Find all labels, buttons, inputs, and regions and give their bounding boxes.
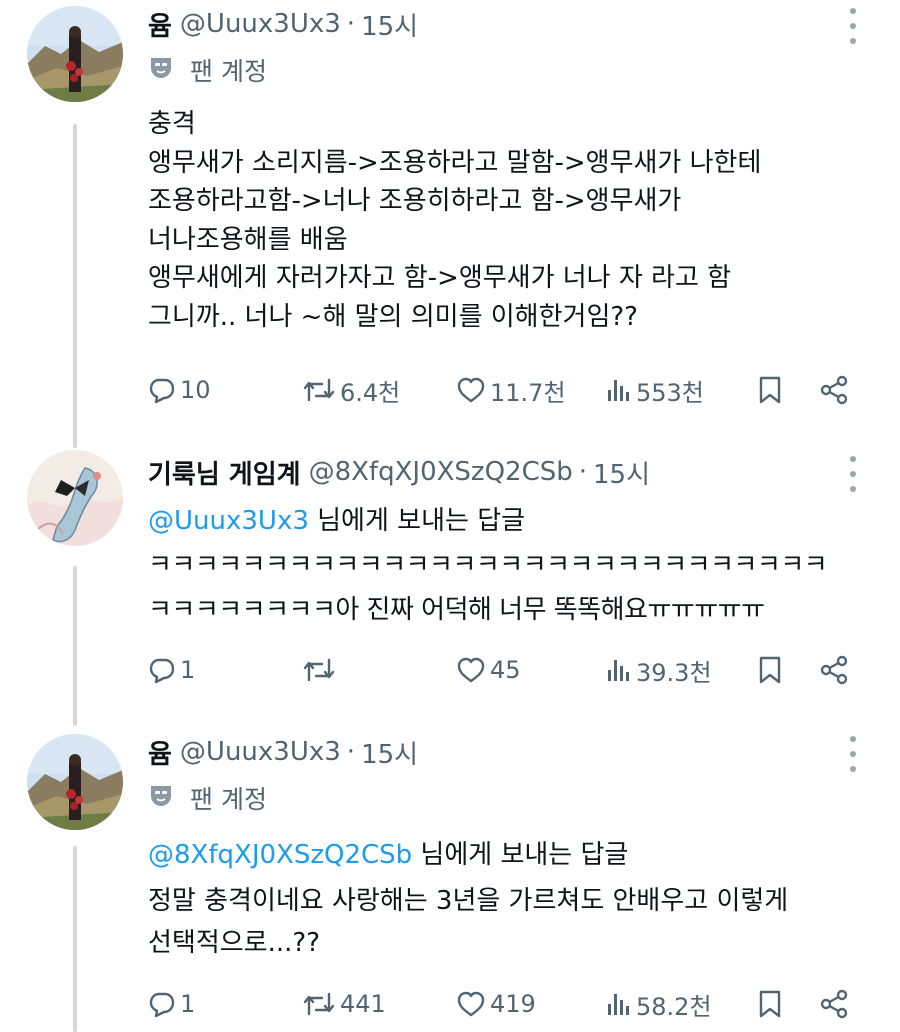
fan-account-text: 팬 계정 xyxy=(190,57,267,86)
share-button[interactable] xyxy=(818,982,850,1026)
tweet-header: 윰 @Uuux3Ux3 · 15시 xyxy=(148,4,418,44)
bookmark-icon xyxy=(759,990,781,1018)
views-count: 39.3천 xyxy=(636,658,712,687)
vertical-ellipsis-icon xyxy=(850,736,856,742)
retweet-arrows-icon xyxy=(303,658,335,682)
more-options-button[interactable] xyxy=(843,736,863,772)
retweet-button[interactable]: 6.4천 xyxy=(302,368,400,412)
avatar[interactable] xyxy=(27,734,123,830)
views-count: 553천 xyxy=(636,378,704,407)
tweet-actions: 1 45 39.3천 xyxy=(148,648,860,692)
views-count: 58.2천 xyxy=(636,992,712,1021)
bar-chart-icon xyxy=(608,380,629,401)
heart-icon xyxy=(457,377,485,403)
tweet-text: 정말 충격이네요 사랑해는 3년을 가르쳐도 안배우고 이렇게 선택적으로...… xyxy=(148,886,789,958)
reply-to-suffix: 님에게 보내는 답글 xyxy=(308,506,526,536)
reply-button[interactable]: 1 xyxy=(148,648,195,692)
more-options-button[interactable] xyxy=(843,456,863,492)
speech-bubble-icon xyxy=(149,378,175,404)
retweet-button[interactable] xyxy=(302,648,340,692)
user-handle[interactable]: @Uuux3Ux3 xyxy=(180,9,341,39)
heart-icon xyxy=(457,657,485,683)
bookmark-icon xyxy=(759,376,781,404)
timestamp[interactable]: 15시 xyxy=(361,6,418,43)
views-button[interactable]: 553천 xyxy=(604,368,704,412)
like-button[interactable]: 11.7천 xyxy=(456,368,566,412)
tweet-actions: 10 6.4천 11.7천 553천 xyxy=(148,368,860,412)
reply-count: 1 xyxy=(180,656,196,684)
reply-mention-link[interactable]: @8XfqXJ0XSzQ2CSb xyxy=(148,840,412,870)
retweet-arrows-icon xyxy=(303,378,335,402)
bookmark-button[interactable] xyxy=(756,368,784,412)
like-count: 45 xyxy=(490,656,521,684)
retweet-count: 6.4천 xyxy=(340,378,401,407)
share-button[interactable] xyxy=(818,648,850,692)
more-options-button[interactable] xyxy=(843,8,863,44)
separator-dot: · xyxy=(346,9,356,39)
timestamp[interactable]: 15시 xyxy=(593,454,650,491)
separator-dot: · xyxy=(578,457,588,487)
tweet[interactable]: 윰 @Uuux3Ux3 · 15시 팬 계정 충격 앵무새가 소리지름->조용하… xyxy=(0,0,900,430)
share-nodes-icon xyxy=(820,655,848,685)
timestamp[interactable]: 15시 xyxy=(361,734,418,771)
mask-badge-icon xyxy=(148,782,174,814)
reply-to-suffix: 님에게 보내는 답글 xyxy=(412,840,629,870)
reply-mention-link[interactable]: @Uuux3Ux3 xyxy=(148,506,309,536)
heart-icon xyxy=(457,991,485,1017)
display-name[interactable]: 기룩님 게임계 xyxy=(148,454,301,491)
tweet-actions: 1 441 419 58.2천 xyxy=(148,982,860,1026)
speech-bubble-icon xyxy=(149,992,175,1018)
separator-dot: · xyxy=(346,737,356,767)
fan-account-label: 팬 계정 xyxy=(148,50,267,90)
fan-account-text: 팬 계정 xyxy=(190,785,267,814)
avatar[interactable] xyxy=(27,450,123,546)
bookmark-button[interactable] xyxy=(756,982,784,1026)
tweet-text: 충격 앵무새가 소리지름->조용하라고 말함->앵무새가 나한테 조용하라고함-… xyxy=(148,109,762,332)
views-button[interactable]: 39.3천 xyxy=(604,648,712,692)
retweet-arrows-icon xyxy=(303,992,335,1016)
reply-button[interactable]: 1 xyxy=(148,982,195,1026)
user-handle[interactable]: @Uuux3Ux3 xyxy=(180,737,341,767)
retweet-button[interactable]: 441 xyxy=(302,982,386,1026)
bookmark-button[interactable] xyxy=(756,648,784,692)
bookmark-icon xyxy=(759,656,781,684)
share-button[interactable] xyxy=(818,368,850,412)
mask-badge-icon xyxy=(148,54,174,86)
bar-chart-icon xyxy=(608,660,629,681)
display-name[interactable]: 윰 xyxy=(148,734,172,771)
bar-chart-icon xyxy=(608,994,629,1015)
views-button[interactable]: 58.2천 xyxy=(604,982,712,1026)
like-button[interactable]: 419 xyxy=(456,982,536,1026)
vertical-ellipsis-icon xyxy=(850,456,856,462)
tweet[interactable]: 기룩님 게임계 @8XfqXJ0XSzQ2CSb · 15시 @Uuux3Ux3… xyxy=(0,450,900,712)
like-count: 419 xyxy=(490,990,536,1018)
share-nodes-icon xyxy=(820,989,848,1019)
tweet-text: ㅋㅋㅋㅋㅋㅋㅋㅋㅋㅋㅋㅋㅋㅋㅋㅋㅋㅋㅋㅋㅋㅋㅋㅋㅋㅋㅋㅋㅋ ㅋㅋㅋㅋㅋㅋㅋㅋ아 … xyxy=(148,550,828,625)
display-name[interactable]: 윰 xyxy=(148,6,172,43)
avatar[interactable] xyxy=(27,6,123,102)
replying-to: @Uuux3Ux3 님에게 보내는 답글 xyxy=(148,500,525,537)
vertical-ellipsis-icon xyxy=(850,8,856,14)
reply-count: 1 xyxy=(180,990,196,1018)
like-button[interactable]: 45 xyxy=(456,648,521,692)
tweet-header: 기룩님 게임계 @8XfqXJ0XSzQ2CSb · 15시 xyxy=(148,452,650,492)
fan-account-label: 팬 계정 xyxy=(148,778,267,818)
replying-to: @8XfqXJ0XSzQ2CSb 님에게 보내는 답글 xyxy=(148,834,628,871)
like-count: 11.7천 xyxy=(490,378,566,407)
speech-bubble-icon xyxy=(149,658,175,684)
share-nodes-icon xyxy=(820,375,848,405)
reply-count: 10 xyxy=(180,376,211,404)
reply-button[interactable]: 10 xyxy=(148,368,211,412)
retweet-count: 441 xyxy=(340,990,386,1018)
tweet-header: 윰 @Uuux3Ux3 · 15시 xyxy=(148,732,418,772)
tweet[interactable]: 윰 @Uuux3Ux3 · 15시 팬 계정 @8XfqXJ0XSzQ2CSb … xyxy=(0,732,900,1032)
user-handle[interactable]: @8XfqXJ0XSzQ2CSb xyxy=(309,457,573,487)
